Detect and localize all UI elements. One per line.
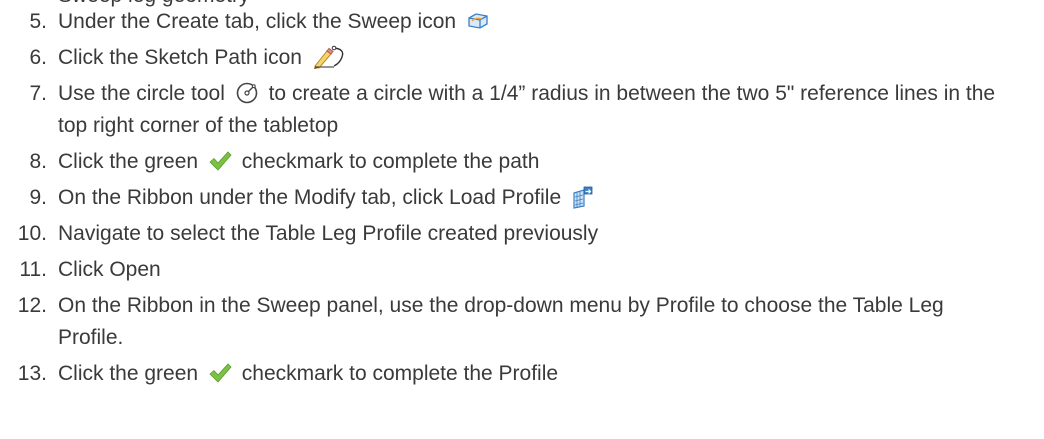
step-text: Use the circle tool — [58, 82, 225, 105]
step-number: 9. — [29, 186, 47, 209]
circle-tool-icon — [235, 81, 259, 105]
step-text: Navigate to select the Table Leg Profile… — [58, 222, 599, 245]
green-checkmark-icon — [208, 149, 232, 173]
list-item: 7. Use the circle tool to create a circl… — [0, 78, 1044, 142]
step-number: 11. — [19, 258, 47, 281]
list-item: 5. Under the Create tab, click the Sweep… — [0, 6, 1044, 38]
list-item: 13. Click the green checkmark to complet… — [0, 358, 1044, 390]
step-text-continued: checkmark to complete the path — [241, 150, 540, 173]
step-text: On the Ribbon under the Modify tab, clic… — [58, 186, 562, 209]
list-item: 6. Click the Sketch Path icon — [0, 42, 1044, 74]
step-text: Click Open — [58, 258, 161, 281]
list-item: 8. Click the green checkmark to complete… — [0, 146, 1044, 178]
step-text: On the Ribbon in the Sweep panel, use th… — [58, 294, 944, 349]
step-number: 12. — [17, 294, 47, 317]
step-number: 6. — [29, 46, 47, 69]
green-checkmark-icon — [208, 361, 232, 385]
step-number: 10. — [17, 222, 47, 245]
sketch-path-icon — [312, 45, 346, 69]
step-text: Under the Create tab, click the Sweep ic… — [58, 10, 457, 33]
step-text: Click the Sketch Path icon — [58, 46, 302, 69]
list-item: 10. Navigate to select the Table Leg Pro… — [0, 218, 1044, 250]
sweep-icon — [466, 9, 490, 33]
load-profile-icon — [571, 185, 595, 209]
list-item: 11. Click Open — [0, 254, 1044, 286]
instruction-list: 5. Under the Create tab, click the Sweep… — [0, 6, 1044, 394]
step-number: 13. — [17, 362, 47, 385]
step-number: 8. — [29, 150, 47, 173]
list-item: 12. On the Ribbon in the Sweep panel, us… — [0, 290, 1044, 354]
step-number: 5. — [29, 10, 47, 33]
list-item: 9. On the Ribbon under the Modify tab, c… — [0, 182, 1044, 214]
step-text-continued: checkmark to complete the Profile — [241, 362, 559, 385]
step-text: Click the green — [58, 150, 199, 173]
step-text: Click the green — [58, 362, 199, 385]
step-number: 7. — [29, 82, 47, 105]
